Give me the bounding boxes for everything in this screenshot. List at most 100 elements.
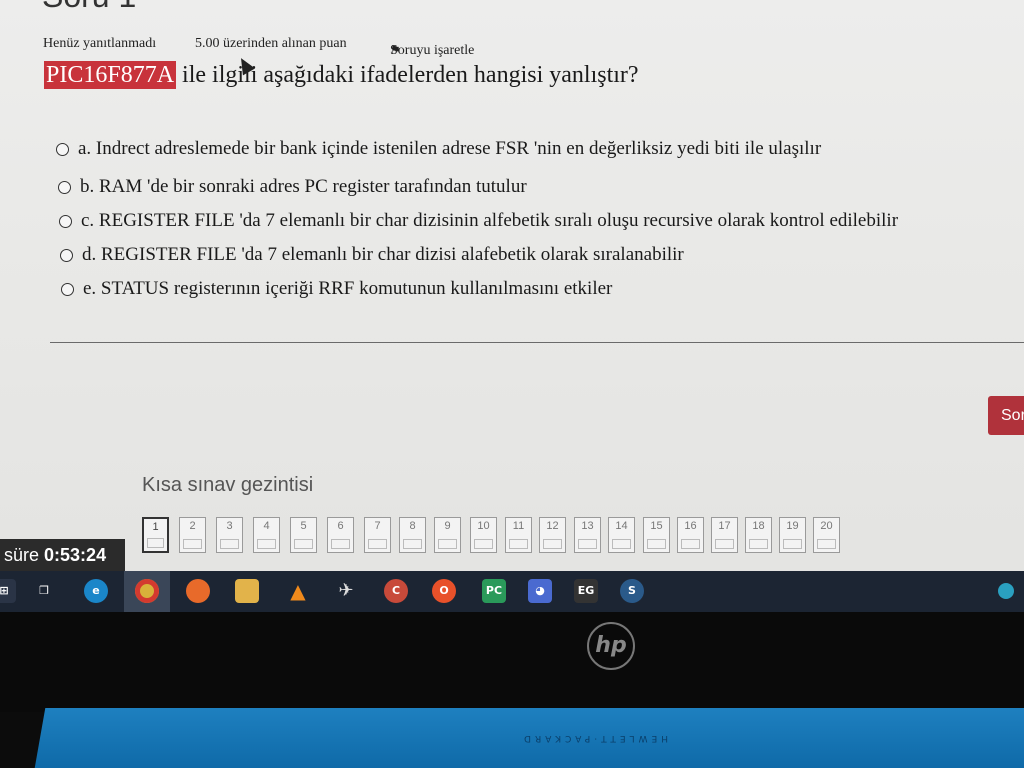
- task-view-icon[interactable]: ❐: [32, 579, 56, 603]
- nav-number: 10: [477, 520, 490, 532]
- nav-question-19[interactable]: 19: [779, 517, 806, 553]
- windows-icon[interactable]: ⊞: [0, 579, 16, 603]
- score-text: 5.00 üzerinden alınan puan: [195, 36, 347, 51]
- timer-value: 0:53:24: [44, 545, 107, 565]
- nav-number: 11: [512, 520, 525, 532]
- nav-question-1[interactable]: 1: [142, 517, 169, 553]
- nav-status-bar: [543, 539, 562, 549]
- nav-question-5[interactable]: 5: [290, 517, 317, 553]
- radio-button[interactable]: [58, 180, 71, 194]
- nav-number: 13: [581, 520, 594, 532]
- option-b[interactable]: b. RAM 'de bir sonraki adres PC register…: [58, 176, 527, 198]
- nav-question-20[interactable]: 20: [813, 517, 840, 553]
- radio-button[interactable]: [56, 142, 69, 156]
- nav-number: 18: [752, 520, 765, 532]
- nav-number: 15: [650, 520, 663, 532]
- next-page-button[interactable]: Sor: [988, 396, 1024, 435]
- option-e-label: e. STATUS registerının içeriği RRF komut…: [83, 278, 613, 299]
- nav-status-bar: [715, 539, 734, 549]
- nav-question-6[interactable]: 6: [327, 517, 354, 553]
- nav-question-14[interactable]: 14: [608, 517, 635, 553]
- nav-number: 14: [615, 520, 628, 532]
- nav-status-bar: [257, 539, 276, 549]
- option-a[interactable]: a. Indrect adreslemede bir bank içinde i…: [56, 138, 821, 160]
- nav-number: 6: [337, 520, 344, 532]
- nav-status-bar: [220, 539, 239, 549]
- laptop-bezel: [0, 612, 1024, 712]
- chrome-icon[interactable]: [135, 579, 159, 603]
- nav-number: 1: [152, 521, 159, 533]
- discord-icon[interactable]: ◕: [528, 579, 552, 603]
- question-heading: Soru 1: [42, 0, 136, 15]
- nav-number: 2: [189, 520, 196, 532]
- option-c[interactable]: c. REGISTER FILE 'da 7 elemanlı bir char…: [59, 210, 898, 232]
- epic-games-icon[interactable]: EG: [574, 579, 598, 603]
- answer-state: Henüz yanıtlanmadı: [43, 36, 157, 51]
- nav-number: 5: [300, 520, 307, 532]
- option-d[interactable]: d. REGISTER FILE 'da 7 elemanlı bir char…: [60, 244, 684, 266]
- vlc-icon[interactable]: ▲: [286, 579, 310, 603]
- option-e[interactable]: e. STATUS registerının içeriği RRF komut…: [61, 278, 612, 300]
- nav-number: 7: [374, 520, 381, 532]
- option-d-label: d. REGISTER FILE 'da 7 elemanlı bir char…: [82, 244, 684, 265]
- nav-number: 9: [444, 520, 451, 532]
- nav-question-3[interactable]: 3: [216, 517, 243, 553]
- timer-label: süre: [4, 545, 45, 565]
- nav-status-bar: [403, 539, 422, 549]
- nav-number: 4: [263, 520, 270, 532]
- ccleaner-icon[interactable]: C: [384, 579, 408, 603]
- nav-status-bar: [438, 539, 457, 549]
- quiz-navigation-title: Kısa sınav gezintisi: [142, 474, 314, 496]
- firefox-icon[interactable]: [186, 579, 210, 603]
- hp-logo: hp: [587, 622, 635, 670]
- taskbar: ⊞ ❐ e ▲ ✈ C O PC ◕ EG S: [0, 571, 1024, 612]
- nav-question-7[interactable]: 7: [364, 517, 391, 553]
- nav-number: 17: [718, 520, 731, 532]
- nav-number: 19: [786, 520, 799, 532]
- nav-status-bar: [147, 538, 164, 548]
- nav-question-12[interactable]: 12: [539, 517, 566, 553]
- nav-question-8[interactable]: 8: [399, 517, 426, 553]
- opera-icon[interactable]: O: [432, 579, 456, 603]
- nav-status-bar: [368, 539, 387, 549]
- nav-status-bar: [612, 539, 631, 549]
- nav-question-13[interactable]: 13: [574, 517, 601, 553]
- nav-question-2[interactable]: 2: [179, 517, 206, 553]
- edge-icon[interactable]: e: [84, 579, 108, 603]
- nav-status-bar: [817, 539, 836, 549]
- nav-number: 8: [409, 520, 416, 532]
- option-a-label: a. Indrect adreslemede bir bank içinde i…: [78, 138, 822, 159]
- question-highlight: PIC16F877A: [44, 61, 177, 89]
- divider: [50, 342, 1024, 343]
- nav-question-17[interactable]: 17: [711, 517, 738, 553]
- steam-icon[interactable]: S: [620, 579, 644, 603]
- nav-question-18[interactable]: 18: [745, 517, 772, 553]
- nav-question-15[interactable]: 15: [643, 517, 670, 553]
- nav-status-bar: [294, 539, 313, 549]
- option-c-label: c. REGISTER FILE 'da 7 elemanlı bir char…: [81, 210, 899, 231]
- nav-status-bar: [749, 539, 768, 549]
- app-icon[interactable]: ✈: [334, 579, 358, 603]
- nav-question-10[interactable]: 10: [470, 517, 497, 553]
- nav-status-bar: [509, 539, 528, 549]
- nav-status-bar: [183, 539, 202, 549]
- radio-button[interactable]: [60, 248, 73, 262]
- nav-question-16[interactable]: 16: [677, 517, 704, 553]
- nav-number: 16: [684, 520, 697, 532]
- nav-number: 3: [226, 520, 233, 532]
- question-text: PIC16F877A ile ilgili aşağıdaki ifadeler…: [44, 61, 639, 89]
- nav-number: 20: [820, 520, 833, 532]
- nav-question-4[interactable]: 4: [253, 517, 280, 553]
- nav-status-bar: [783, 539, 802, 549]
- hinge-branding: HEWLETT·PACKARD: [520, 733, 668, 743]
- nav-number: 12: [546, 520, 559, 532]
- file-explorer-icon[interactable]: [235, 579, 259, 603]
- pycharm-icon[interactable]: PC: [482, 579, 506, 603]
- option-b-label: b. RAM 'de bir sonraki adres PC register…: [80, 176, 527, 197]
- radio-button[interactable]: [61, 282, 74, 296]
- radio-button[interactable]: [59, 214, 72, 228]
- nav-question-11[interactable]: 11: [505, 517, 532, 553]
- nav-question-9[interactable]: 9: [434, 517, 461, 553]
- headset-icon[interactable]: [998, 583, 1014, 599]
- nav-status-bar: [647, 539, 666, 549]
